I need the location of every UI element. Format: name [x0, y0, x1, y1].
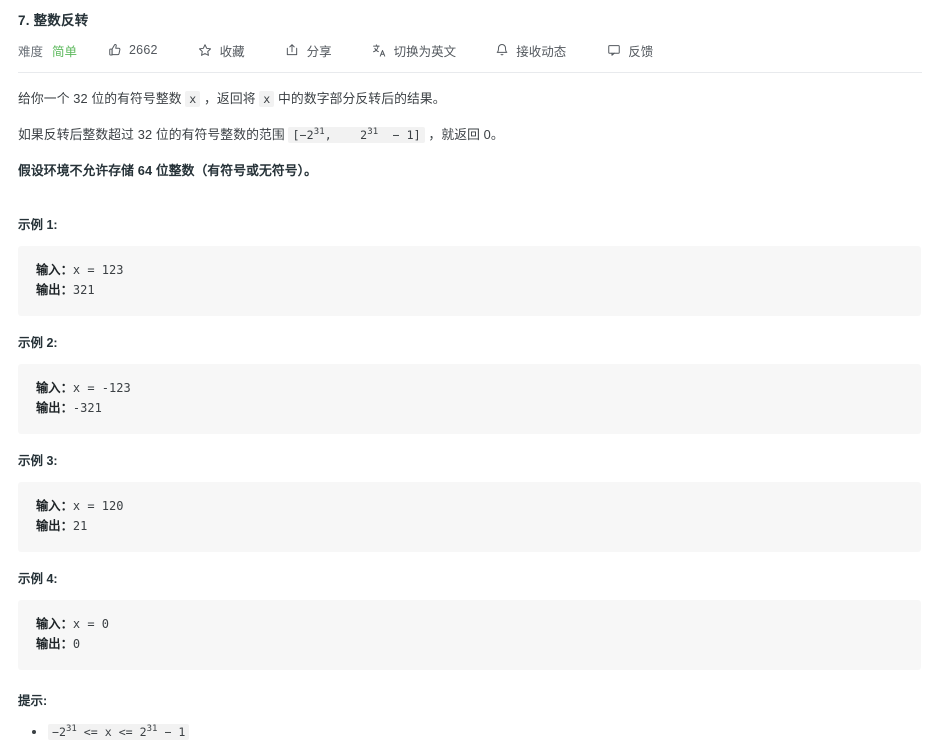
thumbs-up-icon: [107, 43, 122, 58]
feedback-button[interactable]: 反馈: [606, 41, 653, 60]
problem-description-page: 7. 整数反转 难度 简单 2662 收藏 分享 切换为英文 接收动态 反馈 给…: [0, 0, 940, 740]
input-label-1: 输入：: [36, 263, 73, 277]
desc-p2-text-2: ，就返回 0。: [424, 127, 504, 142]
range-exponent-2: 31: [367, 127, 379, 138]
inline-code-int-range: [−231, 231 − 1]: [288, 127, 425, 143]
page-title: 7. 整数反转: [18, 13, 89, 28]
example-block-4: 输入：x = 0 输出：0: [18, 600, 921, 670]
output-value-4: 0: [72, 637, 81, 651]
header-divider: [18, 72, 922, 73]
like-button[interactable]: 2662: [107, 43, 158, 58]
share-button[interactable]: 分享: [285, 41, 332, 60]
output-value-1: 321: [72, 283, 95, 297]
like-count: 2662: [129, 43, 158, 57]
hint-list-item: −231 <= x <= 231 − 1: [32, 722, 922, 742]
example-output-line-2: 输出：-321: [36, 398, 921, 418]
input-value-1: x = 123: [72, 263, 124, 277]
favorite-label: 收藏: [219, 44, 245, 59]
problem-description: 给你一个 32 位的有符号整数 x ，返回将 x 中的数字部分反转后的结果。 如…: [18, 88, 922, 182]
difficulty-group: 难度 简单: [18, 41, 77, 60]
subscribe-label: 接收动态: [516, 44, 567, 59]
example-output-line-3: 输出：21: [36, 516, 921, 536]
example-output-line-1: 输出：321: [36, 280, 921, 300]
input-value-2: x = -123: [72, 381, 131, 395]
desc-p2-text-1: 如果反转后整数超过 32 位的有符号整数的范围: [18, 127, 289, 142]
comment-icon: [606, 43, 621, 58]
inline-code-x-2: x: [259, 91, 275, 107]
share-label: 分享: [306, 44, 332, 59]
example-block-2: 输入：x = -123 输出：-321: [18, 364, 921, 434]
inline-code-constraint: −231 <= x <= 231 − 1: [48, 724, 190, 740]
constraint-exponent-1: 31: [65, 724, 77, 735]
output-value-3: 21: [72, 519, 88, 533]
constraint-prefix: −2: [52, 725, 66, 739]
example-input-line-4: 输入：x = 0: [36, 614, 921, 634]
output-label-1: 输出：: [36, 283, 73, 297]
translate-label: 切换为英文: [393, 44, 457, 59]
translate-button[interactable]: 切换为英文: [372, 41, 457, 60]
output-label-2: 输出：: [36, 401, 73, 415]
example-output-line-4: 输出：0: [36, 634, 921, 654]
problem-meta-toolbar: 难度 简单 2662 收藏 分享 切换为英文 接收动态 反馈: [18, 40, 922, 60]
range-exponent-1: 31: [313, 127, 325, 138]
range-suffix: − 1]: [378, 128, 421, 142]
example-heading-2: 示例 2:: [18, 336, 58, 350]
examples-section: 示例 1: 输入：x = 123 输出：321 示例 2: 输入：x = -12…: [18, 216, 922, 670]
range-middle: , 2: [324, 128, 368, 142]
bell-icon: [494, 43, 509, 58]
constraint-suffix: − 1: [157, 725, 186, 739]
output-label-4: 输出：: [36, 637, 73, 651]
description-paragraph-3: 假设环境不允许存储 64 位整数（有符号或无符号）。: [18, 163, 318, 178]
constraint-exponent-2: 31: [146, 724, 158, 735]
output-value-2: -321: [72, 401, 102, 415]
example-block-3: 输入：x = 120 输出：21: [18, 482, 921, 552]
input-value-4: x = 0: [72, 617, 110, 631]
example-heading-4: 示例 4:: [18, 572, 58, 586]
share-icon: [285, 43, 300, 58]
example-heading-1: 示例 1:: [18, 218, 58, 232]
example-input-line-3: 输入：x = 120: [36, 496, 921, 516]
input-label-4: 输入：: [36, 617, 73, 631]
feedback-label: 反馈: [628, 44, 654, 59]
desc-p1-text-2: ，返回将: [200, 91, 260, 106]
star-icon: [198, 43, 213, 58]
hints-heading: 提示:: [18, 694, 48, 708]
constraint-middle: <= x <= 2: [76, 725, 147, 739]
description-paragraph-1: 给你一个 32 位的有符号整数 x ，返回将 x 中的数字部分反转后的结果。: [18, 88, 922, 110]
input-label-3: 输入：: [36, 499, 73, 513]
desc-p1-text-1: 给你一个 32 位的有符号整数: [18, 91, 186, 106]
favorite-button[interactable]: 收藏: [198, 41, 245, 60]
range-prefix: [−2: [292, 128, 314, 142]
output-label-3: 输出：: [36, 519, 73, 533]
example-block-1: 输入：x = 123 输出：321: [18, 246, 921, 316]
translate-icon: [372, 43, 387, 58]
input-value-3: x = 120: [72, 499, 124, 513]
description-paragraph-2: 如果反转后整数超过 32 位的有符号整数的范围 [−231, 231 − 1] …: [18, 124, 922, 146]
difficulty-label: 难度: [18, 44, 44, 59]
inline-code-x-1: x: [185, 91, 201, 107]
example-input-line-1: 输入：x = 123: [36, 260, 921, 280]
difficulty-value: 简单: [52, 44, 78, 59]
hints-list: −231 <= x <= 231 − 1: [18, 722, 922, 742]
example-heading-3: 示例 3:: [18, 454, 58, 468]
subscribe-button[interactable]: 接收动态: [494, 41, 566, 60]
example-input-line-2: 输入：x = -123: [36, 378, 921, 398]
desc-p1-text-3: 中的数字部分反转后的结果。: [274, 91, 446, 106]
input-label-2: 输入：: [36, 381, 73, 395]
